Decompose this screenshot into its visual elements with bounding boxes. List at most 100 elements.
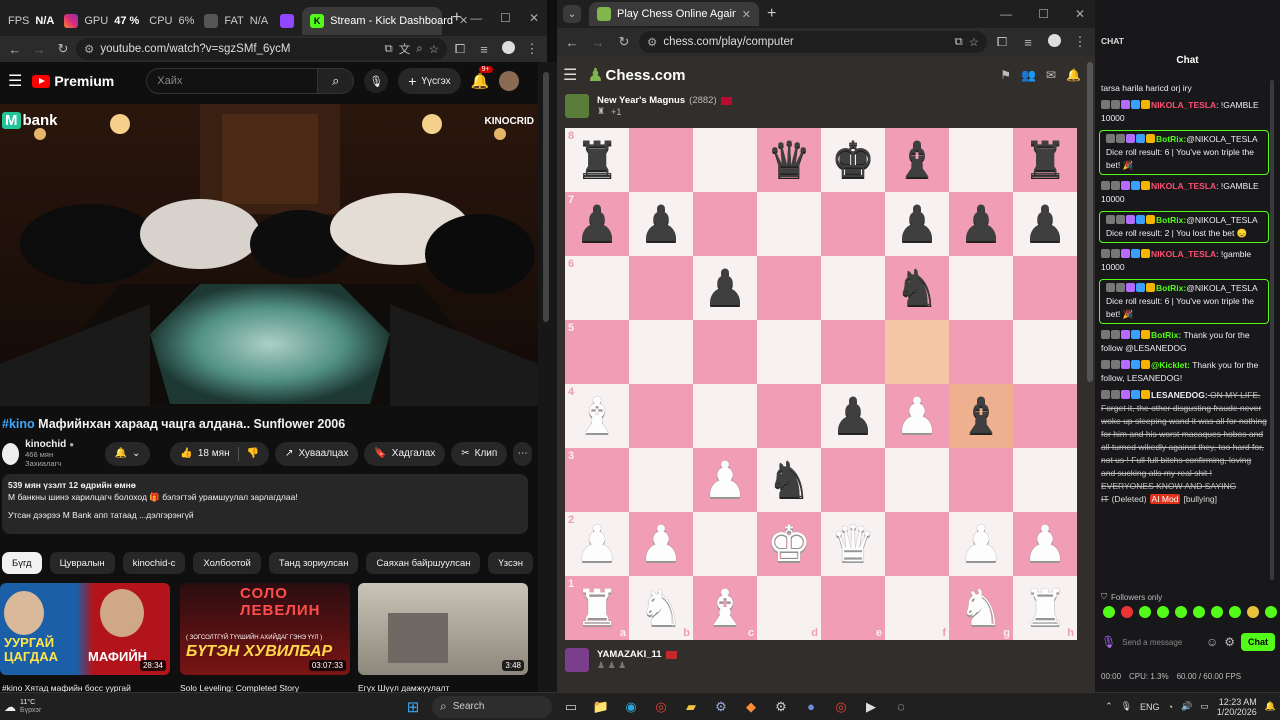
square-f7[interactable]: ♟ <box>885 192 949 256</box>
emote-icon[interactable] <box>1139 606 1151 618</box>
square-h6[interactable] <box>1013 256 1077 320</box>
url-bar[interactable]: ⚙ chess.com/play/computer ⧉ ☆ <box>639 31 987 53</box>
channel-name[interactable]: kinochid <box>25 439 66 450</box>
square-c6[interactable]: ♟ <box>693 256 757 320</box>
chat-username[interactable]: NIKOLA_TESLA <box>1151 181 1216 191</box>
profile-icon[interactable] <box>1043 34 1065 50</box>
chat-message[interactable]: NIKOLA_TESLA: !gamble 10000 <box>1095 246 1273 276</box>
reading-list-icon[interactable]: ≡ <box>473 42 495 57</box>
chip-series[interactable]: Цувралын <box>49 552 115 574</box>
emote-icon[interactable] <box>1211 606 1223 618</box>
thumbnail-3[interactable]: 3:48 <box>358 583 528 675</box>
chat-username[interactable]: BotRix: <box>1156 134 1186 144</box>
edge-icon[interactable]: ◉ <box>620 696 642 718</box>
clock[interactable]: 12:23 AM 1/20/2026 <box>1217 697 1257 717</box>
emote-icon[interactable] <box>1193 606 1205 618</box>
square-c8[interactable] <box>693 128 757 192</box>
share-button[interactable]: ↗ Хуваалцах <box>275 441 359 466</box>
bookmark-star-icon[interactable]: ☆ <box>969 35 979 49</box>
discord-icon[interactable]: ● <box>800 696 822 718</box>
white-pawn-icon[interactable]: ♟ <box>959 519 1004 569</box>
square-f4[interactable]: ♟ <box>885 384 949 448</box>
notification-icon[interactable]: 🔔 <box>1265 701 1276 712</box>
chat-message[interactable]: @Kicklet: Thank you for the follow, LESA… <box>1095 357 1273 387</box>
square-e7[interactable] <box>821 192 885 256</box>
zoom-icon[interactable]: ⌕ <box>416 43 422 56</box>
black-bishop-icon[interactable]: ♝ <box>959 391 1004 441</box>
emote-icon[interactable] <box>1247 606 1259 618</box>
square-a2[interactable]: 2 ♟ <box>565 512 629 576</box>
friends-icon[interactable]: 👥 <box>1021 68 1036 82</box>
tab-cpu[interactable]: CPU 6% <box>145 7 198 35</box>
reading-list-icon[interactable]: ≡ <box>1017 35 1039 50</box>
square-h2[interactable]: ♟ <box>1013 512 1077 576</box>
square-h8[interactable]: ♜ <box>1013 128 1077 192</box>
new-tab-icon[interactable]: + <box>452 9 461 27</box>
player-name[interactable]: YAMAZAKI_11 <box>597 649 662 660</box>
emote-icon[interactable] <box>1265 606 1277 618</box>
chat-username[interactable]: LESANEDOG: <box>1151 390 1208 400</box>
battery-icon[interactable]: ▭ <box>1200 701 1209 712</box>
chat-username[interactable]: BotRix: <box>1156 283 1186 293</box>
square-b3[interactable] <box>629 448 693 512</box>
tab-chess[interactable]: Play Chess Online Against the C ✕ <box>589 2 759 26</box>
install-icon[interactable]: ⧉ <box>385 43 393 56</box>
white-pawn-icon[interactable]: ♟ <box>703 455 748 505</box>
install-icon[interactable]: ⧉ <box>954 36 962 49</box>
white-knight-icon[interactable]: ♞ <box>639 583 684 633</box>
youtube-search-input[interactable]: Хайх <box>146 68 319 94</box>
square-d6[interactable] <box>757 256 821 320</box>
square-e8[interactable]: ♚ <box>821 128 885 192</box>
square-g1[interactable]: g ♞ <box>949 576 1013 640</box>
weather-widget[interactable]: ☁ 11°C Бүрхэг <box>4 699 154 715</box>
notification-bell-icon[interactable]: 🔔 <box>1066 68 1081 82</box>
thumb-title-1[interactable]: #kino Хятад мафийн босс уургай <box>2 683 168 692</box>
square-e3[interactable] <box>821 448 885 512</box>
chat-message[interactable]: NIKOLA_TESLA: !GAMBLE 10000 <box>1095 97 1273 127</box>
emote-icon[interactable] <box>1157 606 1169 618</box>
square-f3[interactable] <box>885 448 949 512</box>
square-d4[interactable] <box>757 384 821 448</box>
reload-icon[interactable]: ↻ <box>613 34 635 50</box>
square-h4[interactable] <box>1013 384 1077 448</box>
tab-twitch[interactable] <box>274 7 300 35</box>
save-button[interactable]: 🔖 Хадгалах <box>364 441 446 466</box>
white-pawn-icon[interactable]: ♟ <box>1023 519 1068 569</box>
white-pawn-icon[interactable]: ♟ <box>895 391 940 441</box>
tab-fat[interactable]: FAT N/A <box>200 7 272 35</box>
black-king-icon[interactable]: ♚ <box>831 135 876 185</box>
square-d1[interactable]: d <box>757 576 821 640</box>
subscribe-bell-button[interactable]: 🔔 ⌄ <box>104 441 151 466</box>
black-pawn-icon[interactable]: ♟ <box>959 199 1004 249</box>
chip-for-you[interactable]: Танд зориулсан <box>268 552 359 574</box>
thumb-title-3[interactable]: Егүх Шүүл дамжуулалт <box>358 683 518 692</box>
square-d8[interactable]: ♛ <box>757 128 821 192</box>
white-knight-icon[interactable]: ♞ <box>959 583 1004 633</box>
chat-message[interactable]: BotRix: Thank you for the follow @LESANE… <box>1095 327 1273 357</box>
square-a4[interactable]: 4 ♝ <box>565 384 629 448</box>
chip-recent[interactable]: Саяхан байршуулсан <box>366 552 481 574</box>
square-b5[interactable] <box>629 320 693 384</box>
site-info-icon[interactable]: ⚙ <box>647 35 657 49</box>
maximize-icon[interactable]: ☐ <box>500 11 511 25</box>
square-g7[interactable]: ♟ <box>949 192 1013 256</box>
square-f5[interactable] <box>885 320 949 384</box>
black-knight-icon[interactable]: ♞ <box>895 263 940 313</box>
wifi-icon[interactable]: ◔ <box>1168 702 1173 712</box>
square-b1[interactable]: b ♞ <box>629 576 693 640</box>
square-b4[interactable] <box>629 384 693 448</box>
mic-icon[interactable]: 🎙 <box>364 69 389 93</box>
mail-icon[interactable]: ✉ <box>1046 68 1056 82</box>
back-icon[interactable]: ← <box>4 42 26 57</box>
obs-icon[interactable]: ◌ <box>890 696 912 718</box>
tab-gpu[interactable]: GPU 47 % <box>60 7 143 35</box>
square-a6[interactable]: 6 <box>565 256 629 320</box>
minimize-icon[interactable]: — <box>470 11 482 25</box>
square-f8[interactable]: ♝ <box>885 128 949 192</box>
chat-username[interactable]: NIKOLA_TESLA <box>1151 249 1216 259</box>
menu-dots-icon[interactable]: ⋮ <box>1069 34 1091 50</box>
square-c1[interactable]: c ♝ <box>693 576 757 640</box>
close-tab-icon[interactable]: ✕ <box>742 8 751 21</box>
player-avatar[interactable] <box>565 648 589 672</box>
white-pawn-icon[interactable]: ♟ <box>575 519 620 569</box>
